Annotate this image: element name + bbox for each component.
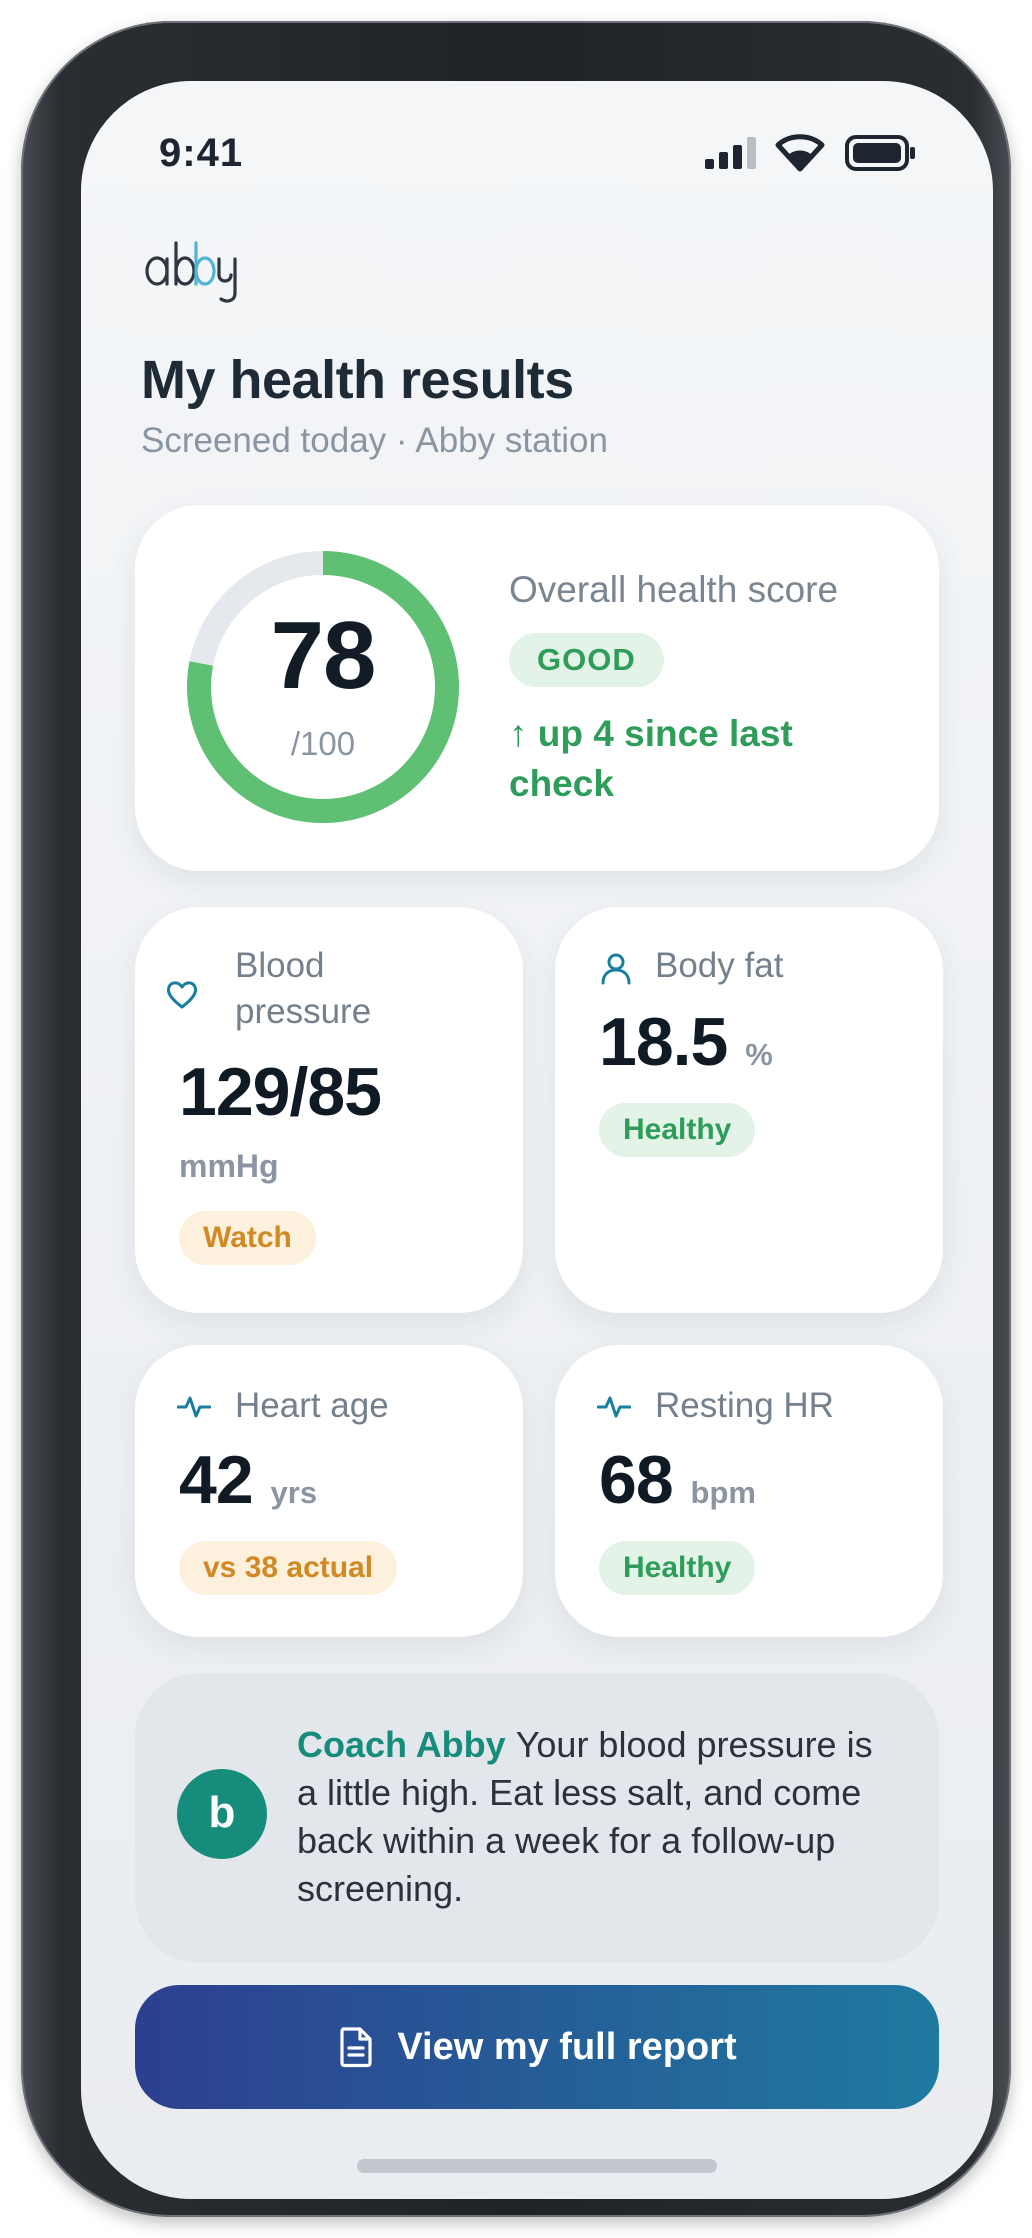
resting-hr-value: 68 bbox=[599, 1442, 674, 1518]
body-fat-status: Healthy bbox=[599, 1103, 756, 1157]
blood-pressure-card[interactable]: Blood pressure 129/85 mmHg Watch bbox=[135, 907, 523, 1313]
status-time: 9:41 bbox=[159, 131, 244, 175]
score-label: Overall health score bbox=[509, 569, 839, 610]
app-screen: 9:41 My health results Screened today · … bbox=[81, 81, 993, 2199]
document-icon bbox=[340, 2027, 372, 2068]
pulse-icon bbox=[177, 1396, 211, 1418]
phone-frame: 9:41 My health results Screened today · … bbox=[21, 21, 1011, 2217]
view-full-report-label: View my full report bbox=[397, 2025, 737, 2068]
blood-pressure-label: Blood pressure bbox=[235, 946, 372, 1031]
resting-hr-value-row: 68 bpm bbox=[599, 1441, 756, 1519]
body-fat-value-row: 18.5 % bbox=[599, 1003, 773, 1081]
health-score-card[interactable]: 78 /100 Overall health score GOOD ↑ up 4… bbox=[135, 505, 939, 871]
blood-pressure-value: 129/85 bbox=[179, 1054, 382, 1130]
coach-message: Coach Abby Your blood pressure is a littl… bbox=[297, 1721, 897, 1913]
resting-hr-card[interactable]: Resting HR 68 bpm Healthy bbox=[555, 1345, 943, 1637]
score-trend: ↑ up 4 since last check bbox=[509, 713, 793, 804]
resting-hr-unit: bpm bbox=[690, 1475, 756, 1510]
coach-name: Coach Abby bbox=[297, 1724, 506, 1765]
cellular-signal-icon bbox=[705, 137, 756, 169]
heart-age-comparison: vs 38 actual bbox=[179, 1541, 398, 1595]
wifi-icon bbox=[775, 134, 825, 172]
rating-badge: GOOD bbox=[509, 633, 664, 687]
heart-age-value: 42 bbox=[179, 1442, 254, 1518]
coach-message-card: b Coach Abby Your blood pressure is a lit… bbox=[135, 1673, 939, 1963]
body-fat-card[interactable]: Body fat 18.5 % Healthy bbox=[555, 907, 943, 1313]
blood-pressure-unit: mmHg bbox=[179, 1148, 279, 1184]
heart-age-label: Heart age bbox=[235, 1386, 389, 1425]
view-full-report-button[interactable]: View my full report bbox=[135, 1985, 939, 2109]
battery-icon bbox=[845, 135, 915, 171]
body-fat-unit: % bbox=[745, 1037, 773, 1072]
page-title: My health results bbox=[141, 350, 574, 410]
body-fat-value: 18.5 bbox=[599, 1004, 728, 1080]
blood-pressure-status: Watch bbox=[179, 1211, 316, 1265]
resting-hr-status: Healthy bbox=[599, 1541, 756, 1595]
coach-avatar: b bbox=[177, 1769, 267, 1859]
body-fat-label: Body fat bbox=[655, 946, 784, 985]
abby-logo bbox=[145, 241, 237, 303]
resting-hr-label: Resting HR bbox=[655, 1386, 834, 1425]
page-subtitle: Screened today · Abby station bbox=[141, 421, 608, 460]
score-value: 78 bbox=[270, 602, 377, 709]
pulse-icon bbox=[597, 1396, 631, 1418]
score-max: /100 bbox=[290, 725, 356, 762]
heart-age-unit: yrs bbox=[270, 1475, 318, 1510]
heart-age-value-row: 42 yrs bbox=[179, 1441, 317, 1519]
home-indicator[interactable] bbox=[357, 2159, 717, 2173]
heart-icon bbox=[166, 981, 198, 1009]
heart-age-card[interactable]: Heart age 42 yrs vs 38 actual bbox=[135, 1345, 523, 1637]
person-icon bbox=[601, 953, 631, 985]
